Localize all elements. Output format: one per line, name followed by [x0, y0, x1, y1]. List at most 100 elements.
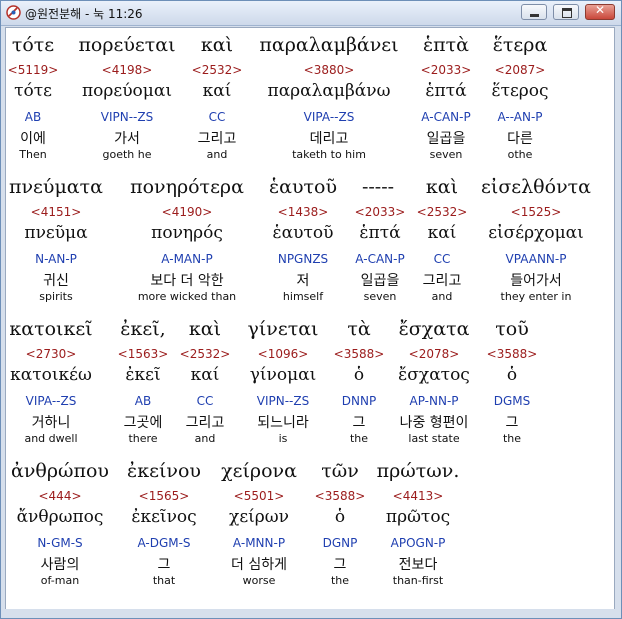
strong-number[interactable]: <1438> [278, 205, 329, 219]
strong-number[interactable]: <1096> [258, 347, 309, 361]
korean-gloss: 저 [296, 273, 310, 289]
minimize-button[interactable] [521, 4, 547, 20]
greek-word[interactable]: εἰσελθόντα [481, 176, 591, 198]
english-gloss: seven [429, 148, 463, 161]
strong-number[interactable]: <3588> [487, 347, 538, 361]
lemma-word: παραλαμβάνω [267, 81, 391, 101]
lemma-word: τότε [14, 81, 52, 101]
strong-number[interactable]: <2532> [192, 63, 243, 77]
korean-gloss: 되느니라 [257, 415, 309, 431]
english-gloss: and [431, 290, 453, 303]
strong-number[interactable]: <5501> [234, 489, 285, 503]
korean-gloss: 보다 더 악한 [150, 273, 224, 289]
english-gloss: himself [282, 290, 324, 303]
greek-word[interactable]: παραλαμβάνει [259, 34, 398, 56]
greek-word[interactable]: τὰ [347, 318, 370, 340]
greek-word[interactable]: καὶ [189, 318, 221, 340]
greek-word[interactable]: ἕτερα [493, 34, 548, 56]
parse-code: AP-NN-P [409, 394, 459, 408]
english-gloss: Then [19, 148, 47, 161]
greek-word[interactable]: καὶ [201, 34, 233, 56]
greek-word[interactable]: ἐκεῖ, [120, 318, 165, 340]
greek-word[interactable]: πορεύεται [78, 34, 175, 56]
lemma-word: ἑπτά [425, 81, 467, 101]
english-gloss: is [278, 432, 288, 445]
english-gloss: and dwell [24, 432, 78, 445]
strong-number[interactable]: <5119> [8, 63, 59, 77]
english-gloss: taketh to him [292, 148, 366, 161]
lemma-word: εἰσέρχομαι [488, 223, 584, 243]
strong-number[interactable]: <1565> [139, 489, 190, 503]
greek-word[interactable]: ἀνθρώπου [11, 460, 109, 482]
korean-gloss: 그리고 [422, 273, 462, 289]
parse-code: AB [24, 110, 42, 124]
strong-number[interactable]: <1563> [118, 347, 169, 361]
strong-number[interactable]: <4198> [102, 63, 153, 77]
strong-number[interactable]: <4190> [162, 205, 213, 219]
lemma-word: καί [202, 81, 232, 101]
parse-code: A--AN-P [497, 110, 543, 124]
greek-word[interactable]: πρώτων. [377, 460, 460, 482]
strong-number[interactable]: <2532> [417, 205, 468, 219]
english-gloss: worse [242, 574, 276, 587]
parse-code: N-AN-P [35, 252, 77, 266]
lemma-word: ὁ [506, 365, 518, 385]
english-gloss: seven [363, 290, 397, 303]
lemma-word: πνεῦμα [24, 223, 88, 243]
greek-word[interactable]: τοῦ [495, 318, 529, 340]
english-gloss: they enter in [500, 290, 572, 303]
greek-word[interactable]: καὶ [426, 176, 458, 198]
greek-word[interactable]: ἑαυτοῦ [269, 176, 337, 198]
parse-code: VIPN--ZS [100, 110, 154, 124]
strong-number[interactable]: <2033> [421, 63, 472, 77]
strong-number[interactable]: <4151> [31, 205, 82, 219]
interlinear-view[interactable]: τότε <5119> τότε AB 이에 Then πορεύεται <4… [5, 27, 615, 611]
strong-number[interactable]: <1525> [511, 205, 562, 219]
english-gloss: more wicked than [137, 290, 237, 303]
korean-gloss: 일곱을 [360, 273, 400, 289]
greek-word[interactable]: τότε [12, 34, 54, 56]
window-title: @원전분해 - 눅 11:26 [25, 7, 143, 21]
greek-word[interactable]: χείρονα [221, 460, 297, 482]
parse-code: DGMS [493, 394, 531, 408]
lemma-word: χείρων [229, 507, 289, 527]
korean-gloss: 사람의 [40, 557, 80, 573]
greek-word[interactable]: ----- [362, 176, 394, 198]
parse-code: CC [196, 394, 214, 408]
english-gloss: of-man [40, 574, 80, 587]
korean-gloss: 더 심하게 [231, 557, 287, 573]
parse-code: DGNP [322, 536, 358, 550]
strong-number[interactable]: <3588> [315, 489, 366, 503]
close-button[interactable]: ✕ [585, 3, 615, 20]
greek-word[interactable]: τῶν [321, 460, 359, 482]
korean-gloss: 그 [505, 415, 519, 431]
lemma-word: ἑπτά [359, 223, 401, 243]
greek-word[interactable]: πνεύματα [9, 176, 103, 198]
strong-number[interactable]: <2087> [495, 63, 546, 77]
strong-number[interactable]: <4413> [393, 489, 444, 503]
strong-number[interactable]: <3880> [304, 63, 355, 77]
strong-number[interactable]: <444> [38, 489, 81, 503]
app-window: @원전분해 - 눅 11:26 ✕ τότε <5119> τότε AB 이에… [0, 0, 622, 619]
lemma-word: ἕτερος [491, 81, 549, 101]
lemma-word: ὁ [334, 507, 346, 527]
english-gloss: spirits [39, 290, 73, 303]
strong-number[interactable]: <2730> [26, 347, 77, 361]
greek-word[interactable]: γίνεται [248, 318, 319, 340]
strong-number[interactable]: <2078> [409, 347, 460, 361]
greek-word[interactable]: πονηρότερα [130, 176, 244, 198]
strong-number[interactable]: <2532> [180, 347, 231, 361]
korean-gloss: 가서 [114, 131, 140, 147]
greek-word[interactable]: κατοικεῖ [9, 318, 92, 340]
greek-word[interactable]: ἐκείνου [127, 460, 201, 482]
korean-gloss: 거하니 [31, 415, 71, 431]
strong-number[interactable]: <2033> [355, 205, 406, 219]
greek-word[interactable]: ἔσχατα [399, 318, 470, 340]
korean-gloss: 그 [333, 557, 347, 573]
parse-code: A-CAN-P [355, 252, 405, 266]
strong-number[interactable]: <3588> [334, 347, 385, 361]
lemma-word: ἔσχατος [398, 365, 470, 385]
maximize-button[interactable] [553, 4, 579, 20]
title-bar[interactable]: @원전분해 - 눅 11:26 ✕ [1, 1, 621, 26]
greek-word[interactable]: ἑπτὰ [423, 34, 469, 56]
